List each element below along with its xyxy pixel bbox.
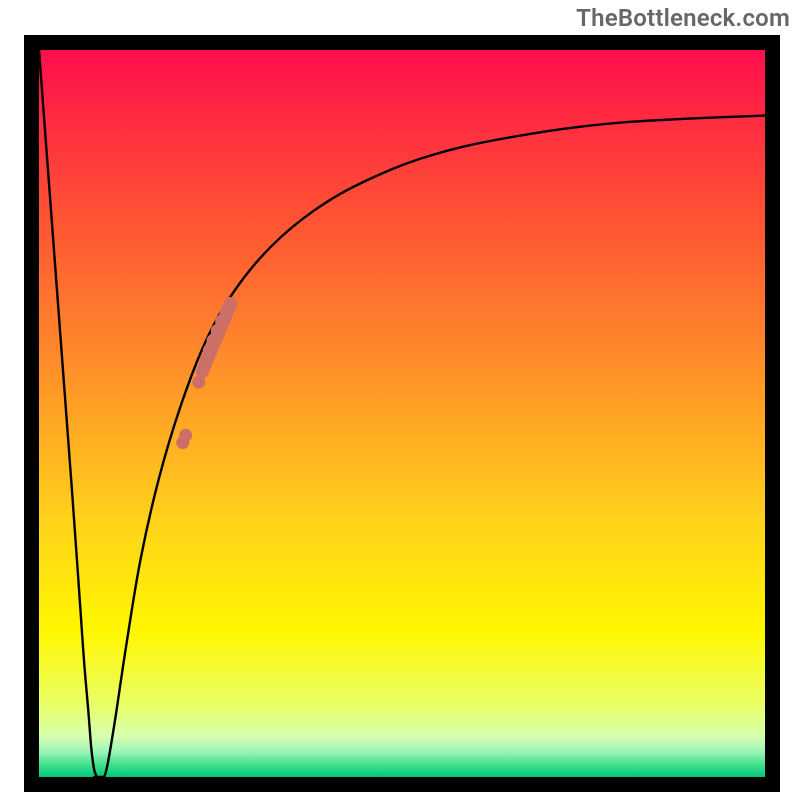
plot-canvas	[39, 50, 765, 777]
watermark-text: TheBottleneck.com	[576, 4, 790, 32]
marker-dot	[179, 429, 192, 442]
marker-dot	[224, 297, 238, 311]
chart-svg	[39, 50, 765, 777]
chart-stage: TheBottleneck.com	[0, 0, 800, 800]
heatmap-background	[39, 50, 765, 777]
plot-area	[24, 35, 780, 792]
